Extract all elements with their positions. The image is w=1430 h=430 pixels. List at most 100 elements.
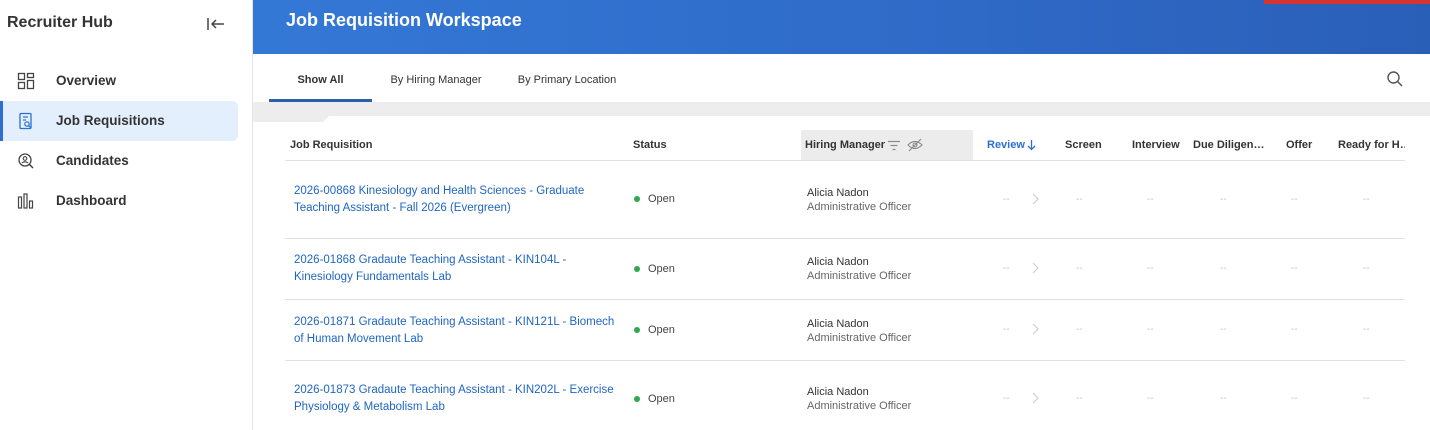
- table-row: 2026-01871 Gradaute Teaching Assistant -…: [285, 300, 1405, 361]
- column-header-label: Hiring Manager: [805, 139, 886, 151]
- sidebar-item-candidates[interactable]: Candidates: [0, 141, 238, 181]
- tab-by-primary-location[interactable]: By Primary Location: [512, 58, 622, 102]
- requisition-link[interactable]: 2026-01868 Gradaute Teaching Assistant -…: [294, 252, 624, 286]
- filter-icon[interactable]: [887, 140, 901, 151]
- sidebar-item-label: Overview: [56, 73, 117, 88]
- review-value: --: [1003, 324, 1010, 335]
- sidebar-item-label: Job Requisitions: [56, 113, 165, 128]
- hiring-manager-cell: Alicia Nadon Administrative Officer: [807, 385, 911, 413]
- column-header-job-requisition[interactable]: Job Requisition: [290, 130, 590, 160]
- chevron-right-icon[interactable]: [1031, 323, 1039, 335]
- status-cell: Open: [634, 263, 675, 275]
- status-dot: [634, 196, 640, 202]
- tab-show-all[interactable]: Show All: [269, 58, 372, 102]
- manager-title: Administrative Officer: [807, 270, 912, 282]
- alert-bar: [1264, 0, 1430, 4]
- status-cell: Open: [634, 393, 675, 405]
- column-header-ready-for-hire[interactable]: Ready for H…: [1338, 130, 1405, 160]
- sort-descending-icon: [1027, 140, 1036, 151]
- status-text: Open: [648, 263, 675, 275]
- table-row: 2026-01873 Gradaute Teaching Assistant -…: [285, 361, 1405, 430]
- column-header-review[interactable]: Review: [987, 130, 1047, 160]
- chevron-right-icon[interactable]: [1031, 193, 1039, 205]
- chevron-right-icon[interactable]: [1031, 392, 1039, 404]
- due-diligence-value: --: [1220, 393, 1227, 404]
- status-cell: Open: [634, 324, 675, 336]
- ready-for-hire-value: --: [1363, 263, 1370, 274]
- sidebar-nav: Overview Job Requisitions Candidates Das…: [0, 61, 253, 221]
- manager-title: Administrative Officer: [807, 400, 912, 412]
- screen-value: --: [1076, 194, 1083, 205]
- candidate-search-icon: [18, 153, 34, 169]
- review-value: --: [1003, 263, 1010, 274]
- interview-value: --: [1147, 194, 1154, 205]
- hiring-manager-cell: Alicia Nadon Administrative Officer: [807, 317, 911, 345]
- manager-title: Administrative Officer: [807, 332, 912, 344]
- chevron-right-icon[interactable]: [1031, 262, 1039, 274]
- column-header-offer[interactable]: Offer: [1286, 130, 1326, 160]
- app-title: Recruiter Hub: [7, 14, 113, 31]
- table-row: 2026-00868 Kinesiology and Health Scienc…: [285, 161, 1405, 239]
- ready-for-hire-value: --: [1363, 393, 1370, 404]
- manager-name: Alicia Nadon: [807, 386, 869, 398]
- page-title: Job Requisition Workspace: [286, 10, 522, 30]
- column-header-screen[interactable]: Screen: [1065, 130, 1115, 160]
- sidebar-item-overview[interactable]: Overview: [0, 61, 238, 101]
- manager-name: Alicia Nadon: [807, 256, 869, 268]
- manager-title: Administrative Officer: [807, 201, 912, 213]
- collapse-left-icon: [207, 18, 224, 30]
- status-cell: Open: [634, 193, 675, 205]
- due-diligence-value: --: [1220, 194, 1227, 205]
- column-header-status[interactable]: Status: [633, 130, 733, 160]
- status-text: Open: [648, 193, 675, 205]
- sidebar-item-dashboard[interactable]: Dashboard: [0, 181, 238, 221]
- grid-icon: [17, 72, 35, 90]
- hiring-manager-cell: Alicia Nadon Administrative Officer: [807, 186, 911, 214]
- offer-value: --: [1291, 194, 1298, 205]
- status-dot: [634, 327, 640, 333]
- offer-value: --: [1291, 324, 1298, 335]
- ready-for-hire-value: --: [1363, 194, 1370, 205]
- hide-column-icon[interactable]: [907, 138, 923, 152]
- column-header-label: Review: [987, 139, 1025, 151]
- review-value: --: [1003, 194, 1010, 205]
- ready-for-hire-value: --: [1363, 324, 1370, 335]
- manager-name: Alicia Nadon: [807, 187, 869, 199]
- interview-value: --: [1147, 393, 1154, 404]
- column-header-due-diligence[interactable]: Due Diligen…: [1193, 130, 1265, 160]
- requisition-link[interactable]: 2026-01873 Gradaute Teaching Assistant -…: [294, 382, 624, 416]
- sidebar-item-label: Candidates: [56, 153, 129, 168]
- manager-name: Alicia Nadon: [807, 318, 869, 330]
- column-header-hiring-manager[interactable]: Hiring Manager: [801, 130, 973, 160]
- due-diligence-value: --: [1220, 324, 1227, 335]
- band-tab-indicator: [253, 116, 329, 122]
- due-diligence-value: --: [1220, 263, 1227, 274]
- offer-value: --: [1291, 263, 1298, 274]
- offer-value: --: [1291, 393, 1298, 404]
- status-dot: [634, 396, 640, 402]
- screen-value: --: [1076, 393, 1083, 404]
- tab-by-hiring-manager[interactable]: By Hiring Manager: [383, 58, 489, 102]
- bar-chart-icon: [17, 193, 34, 209]
- column-header-interview[interactable]: Interview: [1132, 130, 1187, 160]
- status-dot: [634, 266, 640, 272]
- sidebar: Recruiter Hub Overview Job Requisitions …: [0, 0, 253, 430]
- interview-value: --: [1147, 324, 1154, 335]
- sidebar-item-label: Dashboard: [56, 193, 127, 208]
- review-value: --: [1003, 393, 1010, 404]
- screen-value: --: [1076, 324, 1083, 335]
- search-icon[interactable]: [1386, 70, 1404, 88]
- requisition-icon: [19, 112, 32, 130]
- toolbar-band: [253, 102, 1430, 116]
- status-text: Open: [648, 393, 675, 405]
- sidebar-item-job-requisitions[interactable]: Job Requisitions: [0, 101, 238, 141]
- table-row: 2026-01868 Gradaute Teaching Assistant -…: [285, 239, 1405, 300]
- requisition-link[interactable]: 2026-00868 Kinesiology and Health Scienc…: [294, 183, 624, 217]
- requisition-link[interactable]: 2026-01871 Gradaute Teaching Assistant -…: [294, 314, 624, 348]
- status-text: Open: [648, 324, 675, 336]
- page-header: Job Requisition Workspace: [253, 0, 1430, 54]
- hiring-manager-cell: Alicia Nadon Administrative Officer: [807, 255, 911, 283]
- interview-value: --: [1147, 263, 1154, 274]
- screen-value: --: [1076, 263, 1083, 274]
- collapse-sidebar-button[interactable]: [205, 14, 227, 34]
